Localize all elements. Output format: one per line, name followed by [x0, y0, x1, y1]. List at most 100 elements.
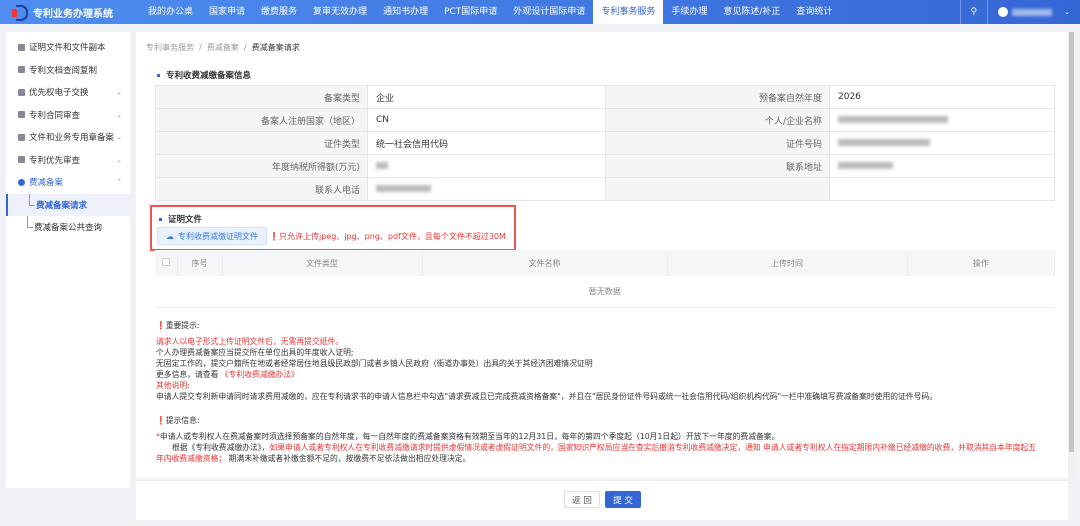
info-table: 备案类型 企业 预备案自然年度 2026 备案人注册国家（地区） CN 个人/企业名称 证…: [155, 85, 1055, 201]
info-icon: ❗: [269, 232, 279, 241]
nav-review[interactable]: 复审无效办理: [305, 0, 375, 24]
label: 证件类型: [155, 131, 368, 155]
nav-opinion[interactable]: 意见陈述/补正: [715, 0, 788, 24]
chevron-down-icon: ⌄: [116, 88, 122, 97]
table-row: 联系人电话: [155, 177, 1055, 201]
note-text: 期满未补缴或者补缴金额不足的，按缴费不足依法做出相应处理决定。: [226, 454, 471, 463]
section-title-proof: 证明文件: [159, 213, 202, 225]
nav-design[interactable]: 外观设计国际申请: [505, 0, 593, 24]
sidebar-item-contract[interactable]: 专利合同审查 ⌄: [6, 104, 130, 127]
sidebar-item-label: 优先权电子交换: [29, 88, 89, 99]
important-heading: ❗重要提示:: [156, 320, 1056, 331]
chevron-down-icon: ⌄: [116, 110, 122, 119]
nav-national[interactable]: 国家申请: [201, 0, 253, 24]
submit-button[interactable]: 提 交: [605, 491, 641, 508]
upload-proof-button[interactable]: ☁ 专利收费减缴证明文件: [157, 227, 267, 245]
nav-notice[interactable]: 通知书办理: [375, 0, 436, 24]
back-button[interactable]: 返 回: [564, 491, 600, 508]
hint-text: 只允许上传jpeg、jpg、png、pdf文件，且每个文件不超过30M: [278, 232, 506, 241]
label: 备案类型: [155, 85, 368, 109]
sidebar-sub-request[interactable]: 费减备案请求: [6, 193, 130, 216]
note-line: 请求人以电子形式上传证明文件后，无需再提交纸件。: [156, 337, 344, 346]
footer-bar: 返 回 提 交: [136, 480, 1068, 520]
files-table: 序号 文件类型 文件名称 上传时间 操作 暂无数据: [155, 250, 1055, 308]
nav-query[interactable]: 查询统计: [788, 0, 840, 24]
redacted-value: [829, 131, 1055, 155]
table-header: 序号 文件类型 文件名称 上传时间 操作: [155, 250, 1055, 276]
upload-hint: ❗只允许上传jpeg、jpg、png、pdf文件，且每个文件不超过30M: [269, 231, 506, 242]
chevron-down-icon: ⌄: [116, 155, 122, 164]
user-menu[interactable]: ⌄: [987, 0, 1080, 24]
document-icon: [18, 66, 25, 74]
label: 个人/企业名称: [605, 108, 830, 132]
value: CN: [367, 108, 606, 132]
empty-text: 暂无数据: [155, 276, 1055, 308]
scrollbar[interactable]: [1068, 32, 1075, 478]
col-index: 序号: [177, 250, 223, 276]
sidebar-item-label: 专利合同审查: [29, 110, 81, 121]
sidebar: 证明文件和文件副本 专利文档查阅复制 优先权电子交换 ⌄ 专利合同审查 ⌄ 文件和业…: [6, 32, 130, 488]
note-text: 根据《专利收费减缴办法》，: [172, 443, 270, 452]
info-icon: ❗: [156, 321, 166, 330]
sidebar-item-seal[interactable]: 文件和业务专用章备案 ⌄: [6, 126, 130, 149]
nav-pct[interactable]: PCT国际申请: [436, 0, 505, 24]
nav-affairs[interactable]: 专利事务服务: [593, 0, 664, 24]
heading-text: 提示信息:: [165, 416, 200, 425]
nav-procedure[interactable]: 手续办理: [663, 0, 715, 24]
tips-heading: ❗提示信息:: [156, 415, 1056, 426]
sidebar-item-prioritized[interactable]: 专利优先审查 ⌄: [6, 149, 130, 172]
label: 备案人注册国家（地区）: [155, 108, 368, 132]
notes: ❗重要提示: 请求人以电子形式上传证明文件后，无需再提交纸件。 个人办理费减备案…: [156, 320, 1056, 464]
table-row: 年度纳税所得额(万元) 联系地址: [155, 154, 1055, 178]
label: 年度纳税所得额(万元): [155, 154, 368, 178]
table-row: 备案类型 企业 预备案自然年度 2026: [155, 85, 1055, 109]
redacted-value: [829, 108, 1055, 132]
section-title-info: 专利收费减缴备案信息: [157, 69, 251, 81]
note-line: 根据《专利收费减缴办法》，如果申请人或者专利权人在专利收费减缴请求时提供虚假情况…: [156, 442, 1056, 453]
label: 预备案自然年度: [605, 85, 830, 109]
crumb-fee[interactable]: 费减备案: [207, 43, 239, 52]
note-line: 年内收费减缴资格； 期满未补缴或者补缴金额不足的，按缴费不足依法做出相应处理决定…: [156, 453, 1056, 464]
scrollbar-thumb[interactable]: [1069, 32, 1074, 452]
main-content: 专利事务服务 / 费减备案 / 费减备案请求 专利收费减缴备案信息 备案类型 企业…: [136, 32, 1068, 478]
chevron-down-icon: ⌄: [1064, 8, 1070, 16]
note-line: 申请人提交专利新申请同时请求费用减缴的，应在专利请求书的申请人信息栏中勾选"请求…: [156, 392, 938, 401]
sidebar-item-fee-reduction[interactable]: 费减备案 ⌃: [6, 171, 130, 194]
app-logo[interactable]: 专利业务办理系统: [0, 5, 140, 21]
note-line: 无固定工作的，提交户籍所在地或者经常居住地县级民政部门或者乡镇人民政府（街道办事…: [156, 359, 593, 368]
nav-fee[interactable]: 缴费服务: [253, 0, 305, 24]
note-text: 年内收费减缴资格；: [156, 454, 227, 463]
info-icon: ❗: [156, 416, 166, 425]
sidebar-item-priority[interactable]: 优先权电子交换 ⌄: [6, 81, 130, 104]
note-text: 如果申请人或者专利权人在专利收费减缴请求时提供虚假情况或者虚假证明文件的，国家知…: [269, 443, 1037, 452]
redacted-value: [829, 154, 1055, 178]
label: 联系人电话: [155, 177, 368, 201]
sidebar-item-proof[interactable]: 证明文件和文件副本: [6, 36, 130, 59]
avatar: [998, 7, 1009, 17]
sidebar-item-label: 证明文件和文件副本: [29, 43, 106, 54]
col-time: 上传时间: [667, 250, 908, 276]
sidebar-item-label: 文件和业务专用章备案: [29, 133, 115, 144]
note-line: 其他说明:: [156, 381, 190, 390]
main-nav: 我的办公桌 国家申请 缴费服务 复审无效办理 通知书办理 PCT国际申请 外观设…: [140, 0, 840, 24]
sidebar-item-archive[interactable]: 专利文档查阅复制: [6, 59, 130, 82]
crumb-affairs[interactable]: 专利事务服务: [146, 43, 194, 52]
chevron-up-icon: ⌃: [116, 178, 122, 187]
sidebar-sub-public-query[interactable]: 费减备案公共查询: [6, 216, 130, 239]
seal-icon: [18, 133, 25, 141]
app-title: 专利业务办理系统: [33, 8, 113, 20]
redacted-value: [367, 154, 606, 178]
exam-icon: [18, 156, 25, 164]
note-text: 更多信息，请查看: [156, 370, 221, 379]
search-icon[interactable]: ⚲: [959, 0, 988, 24]
table-row: 暂无数据: [155, 276, 1055, 308]
regulation-link[interactable]: 《专利收费减缴办法》: [221, 370, 299, 379]
nav-desk[interactable]: 我的办公桌: [140, 0, 201, 24]
table-row: 证件类型 统一社会信用代码 证件号码: [155, 131, 1055, 155]
exchange-icon: [18, 88, 25, 96]
note-line: 更多信息，请查看 《专利收费减缴办法》: [156, 369, 1056, 380]
col-name: 文件名称: [422, 250, 668, 276]
label: 联系地址: [605, 154, 830, 178]
label: 证件号码: [605, 131, 830, 155]
select-all-checkbox[interactable]: [161, 258, 170, 266]
